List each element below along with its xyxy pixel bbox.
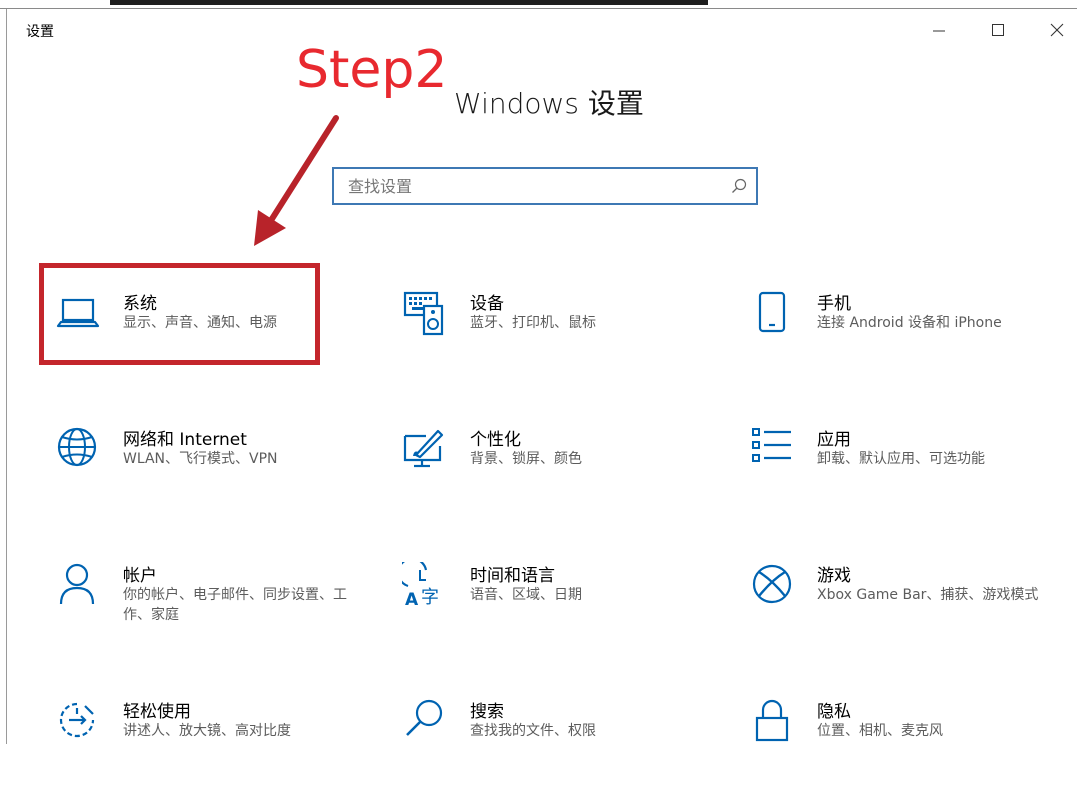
tile-name: 手机 xyxy=(817,294,851,314)
tile-desc: WLAN、飞行模式、VPN xyxy=(123,451,278,467)
tile-name: 网络和 Internet xyxy=(123,430,247,450)
tile-name: 时间和语言 xyxy=(470,566,555,586)
tile-name: 应用 xyxy=(817,430,851,450)
tile-desc: 讲述人、放大镜、高对比度 xyxy=(123,723,291,739)
window-left-border xyxy=(6,9,7,744)
keyboard-speaker-icon xyxy=(403,291,444,336)
tile-accounts[interactable]: 帐户 你的帐户、电子邮件、同步设置、工作、家庭 xyxy=(55,562,375,662)
tile-desc: 位置、相机、麦克风 xyxy=(817,723,943,739)
tile-ease-of-access[interactable]: 轻松使用 讲述人、放大镜、高对比度 xyxy=(55,698,375,798)
minimize-icon xyxy=(933,30,945,32)
tile-desc: 语音、区域、日期 xyxy=(470,587,582,603)
person-icon xyxy=(59,563,95,605)
tile-name: 设备 xyxy=(470,294,504,314)
tile-time-language[interactable]: A 字 时间和语言 语音、区域、日期 xyxy=(402,562,722,662)
tile-name: 个性化 xyxy=(470,430,521,450)
tile-phone[interactable]: 手机 连接 Android 设备和 iPhone xyxy=(749,290,1069,390)
annotation-highlight-box xyxy=(39,263,320,365)
svg-text:字: 字 xyxy=(421,587,439,608)
tile-desc: 卸载、默认应用、可选功能 xyxy=(817,451,985,467)
tile-name: 隐私 xyxy=(817,702,851,722)
tile-desc: 连接 Android 设备和 iPhone xyxy=(817,315,1002,331)
tile-name: 游戏 xyxy=(817,566,851,586)
xbox-icon xyxy=(752,564,792,604)
tile-personalization[interactable]: 个性化 背景、锁屏、颜色 xyxy=(402,426,722,526)
page-title: Windows 设置 xyxy=(454,87,644,120)
maximize-icon xyxy=(992,24,1004,36)
apps-list-icon xyxy=(752,428,791,462)
tile-devices[interactable]: 设备 蓝牙、打印机、鼠标 xyxy=(402,290,722,390)
window-title: 设置 xyxy=(26,24,54,40)
close-icon xyxy=(1050,23,1064,37)
ease-of-access-icon xyxy=(59,702,95,738)
search-magnifier-icon xyxy=(406,699,443,736)
tile-search[interactable]: 搜索 查找我的文件、权限 xyxy=(402,698,722,798)
annotation-step-label: Step2 xyxy=(296,40,448,100)
tile-privacy[interactable]: 隐私 位置、相机、麦克风 xyxy=(749,698,1069,798)
lock-icon xyxy=(755,699,789,742)
tile-network[interactable]: 网络和 Internet WLAN、飞行模式、VPN xyxy=(55,426,375,526)
top-dark-strip xyxy=(110,0,708,5)
paint-brush-icon xyxy=(403,429,444,468)
tile-desc: 背景、锁屏、颜色 xyxy=(470,451,582,467)
tile-desc: Xbox Game Bar、捕获、游戏模式 xyxy=(817,587,1039,603)
search-icon[interactable] xyxy=(730,177,748,195)
time-language-icon: A 字 xyxy=(402,562,439,610)
globe-icon xyxy=(57,427,97,467)
tile-desc: 蓝牙、打印机、鼠标 xyxy=(470,315,596,331)
phone-icon xyxy=(758,291,786,333)
maximize-button[interactable] xyxy=(975,12,1021,48)
tile-gaming[interactable]: 游戏 Xbox Game Bar、捕获、游戏模式 xyxy=(749,562,1069,662)
search-box[interactable] xyxy=(332,167,758,205)
tile-desc: 你的帐户、电子邮件、同步设置、工作、家庭 xyxy=(123,587,347,623)
tile-name: 搜索 xyxy=(470,702,504,722)
svg-text:A: A xyxy=(405,590,419,610)
close-button[interactable] xyxy=(1034,12,1077,48)
tile-desc: 查找我的文件、权限 xyxy=(470,723,596,739)
tile-apps[interactable]: 应用 卸载、默认应用、可选功能 xyxy=(749,426,1069,526)
search-input[interactable] xyxy=(334,169,728,203)
tile-name: 帐户 xyxy=(123,566,157,586)
annotation-arrow-icon xyxy=(254,115,339,246)
top-border xyxy=(0,8,1077,9)
minimize-button[interactable] xyxy=(916,12,962,48)
tile-name: 轻松使用 xyxy=(123,702,191,722)
